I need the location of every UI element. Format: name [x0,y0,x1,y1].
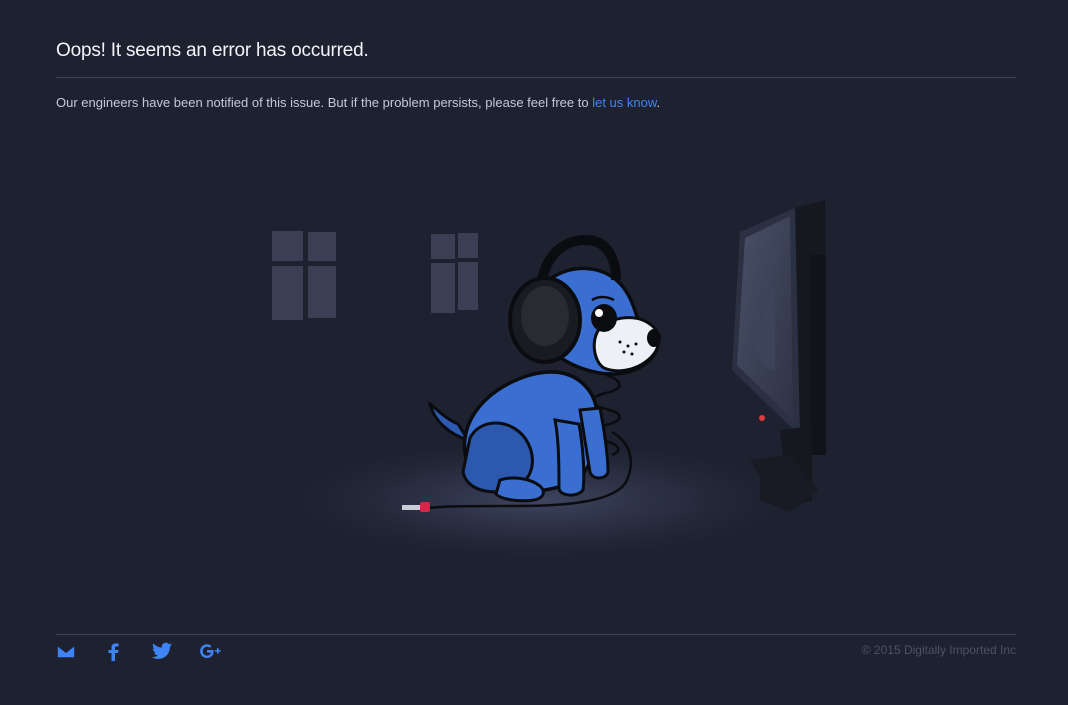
puppy [427,234,661,503]
google-plus-icon [200,644,221,658]
copyright-text: © 2015 Digitally Imported Inc [861,643,1016,657]
email-link[interactable] [56,642,104,664]
header-divider [56,77,1016,78]
floor-light [280,438,800,562]
error-page: Oops! It seems an error has occurred. Ou… [0,0,1068,705]
error-message-end: . [656,95,661,110]
mail-icon [56,644,76,659]
window-right [431,233,478,313]
social-links [56,642,248,664]
headphone-cable [427,373,632,510]
error-message-text: Our engineers have been notified of this… [56,95,593,110]
window-left [272,231,336,320]
footer-divider [56,634,1016,635]
twitter-icon [152,642,172,659]
contact-link[interactable]: let us know [592,95,656,110]
google-plus-link[interactable] [200,642,248,664]
audio-jack [402,502,430,512]
twitter-link[interactable] [152,642,200,664]
monitor [732,200,826,512]
facebook-link[interactable] [104,642,152,664]
error-message: Our engineers have been notified of this… [56,95,660,110]
facebook-icon [108,643,119,661]
page-title: Oops! It seems an error has occurred. [56,40,369,61]
